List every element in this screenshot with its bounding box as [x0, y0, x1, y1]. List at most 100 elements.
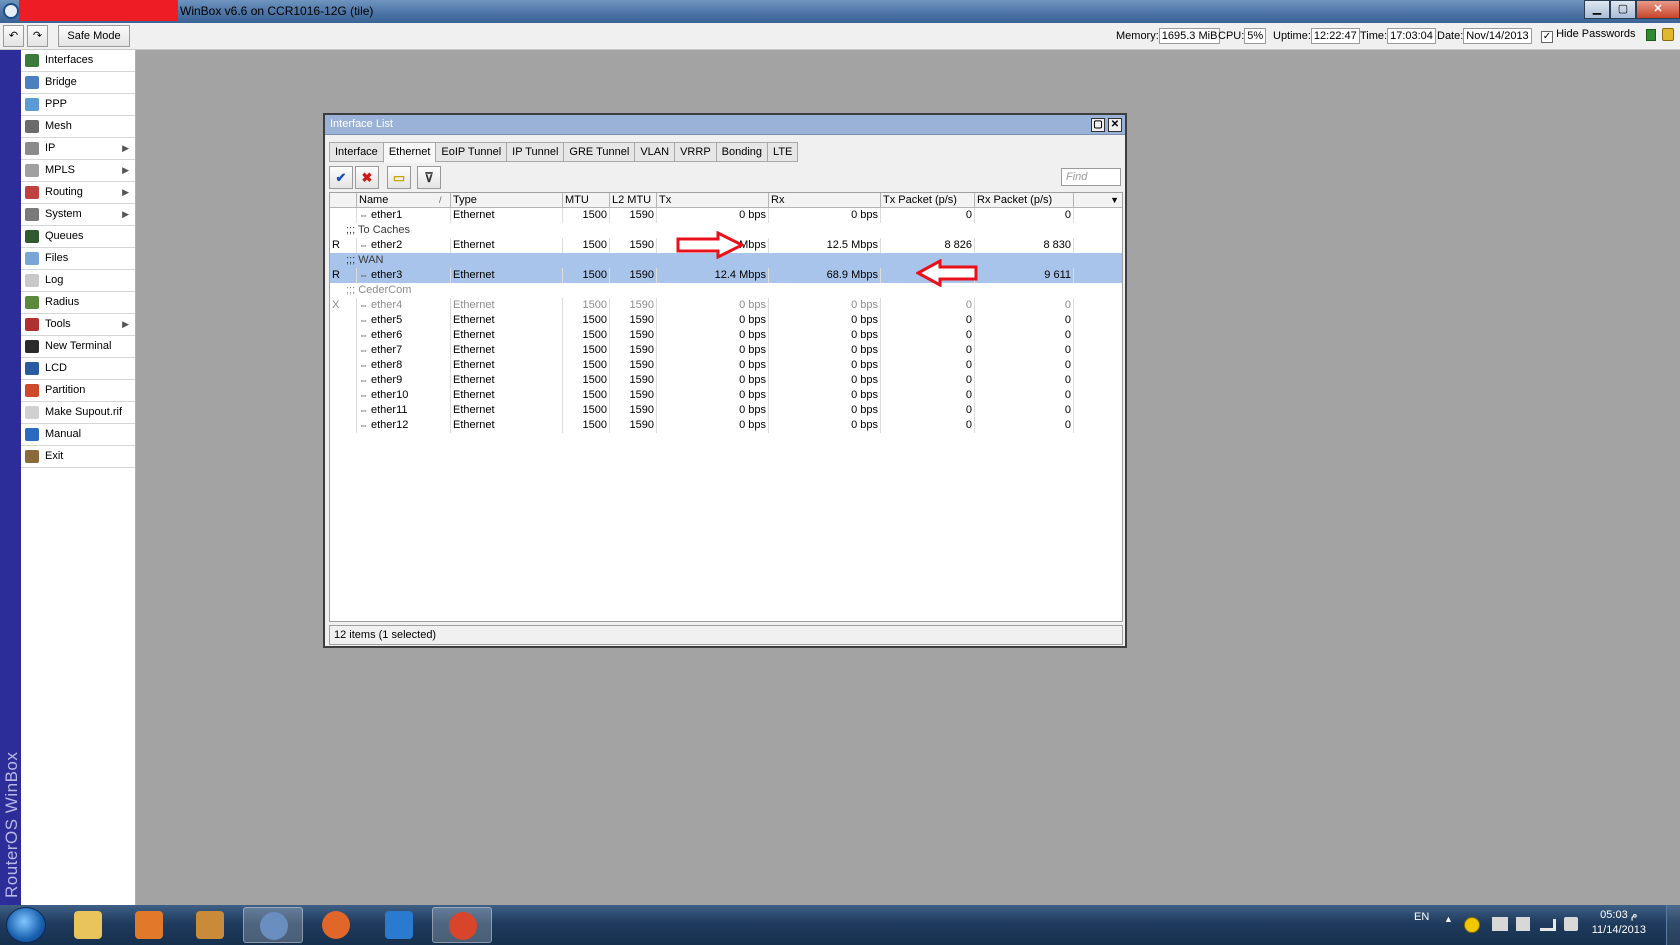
hide-passwords-checkbox[interactable]: ✓: [1541, 31, 1553, 43]
ethernet-interface-icon: ⇔: [359, 405, 368, 415]
menu-item-bridge[interactable]: Bridge: [21, 72, 135, 94]
volume-muted-icon[interactable]: [1564, 917, 1578, 931]
table-row[interactable]: ⇔ ether9 Ethernet 1500 1590 0 bps 0 bps 0 0: [330, 373, 1122, 388]
cell-l2mtu: 1590: [610, 298, 657, 313]
system-clock[interactable]: 05:03 م 11/14/2013: [1592, 908, 1646, 938]
network-icon[interactable]: [1516, 917, 1530, 931]
column-header[interactable]: Tx: [657, 193, 769, 208]
menu-item-new-terminal[interactable]: New Terminal: [21, 336, 135, 358]
cell-name: ⇔ ether2: [357, 238, 451, 253]
hide-passwords-toggle[interactable]: ✓ Hide Passwords: [1541, 28, 1636, 43]
menu-item-ip[interactable]: IP ▶: [21, 138, 135, 160]
tab-vrrp[interactable]: VRRP: [674, 142, 716, 162]
table-row[interactable]: ⇔ ether1 Ethernet 1500 1590 0 bps 0 bps 0 0: [330, 208, 1122, 223]
cell-flag: [330, 358, 357, 373]
clock-time: 05:03 م: [1600, 909, 1638, 921]
table-row[interactable]: R ⇔ ether3 Ethernet 1500 1590 12.4 Mbps 68.9 Mb…: [330, 268, 1122, 283]
column-header[interactable]: [330, 193, 357, 208]
comment-row[interactable]: ;;; CederCom: [330, 283, 1122, 298]
flag-icon[interactable]: [1492, 917, 1508, 931]
tab-gre-tunnel[interactable]: GRE Tunnel: [563, 142, 635, 162]
menu-item-manual[interactable]: Manual: [21, 424, 135, 446]
menu-item-partition[interactable]: Partition: [21, 380, 135, 402]
menu-item-label: Bridge: [45, 76, 77, 88]
list-toolbar: ✔ ✖ ▭ ⊽ Find: [329, 166, 1123, 190]
tab-interface[interactable]: Interface: [329, 142, 383, 162]
menu-item-routing[interactable]: Routing ▶: [21, 182, 135, 204]
interface-name: ether5: [371, 314, 403, 326]
restore-window-button[interactable]: ▢: [1091, 118, 1105, 132]
cell-flag: [330, 418, 357, 433]
column-header[interactable]: Tx Packet (p/s): [881, 193, 975, 208]
menu-item-ppp[interactable]: PPP: [21, 94, 135, 116]
column-header[interactable]: Rx: [769, 193, 881, 208]
cell-mtu: 1500: [563, 358, 610, 373]
undo-button[interactable]: ↶: [3, 25, 24, 47]
tab-ip-tunnel[interactable]: IP Tunnel: [506, 142, 564, 162]
menu-item-queues[interactable]: Queues: [21, 226, 135, 248]
taskbar-chrome-button[interactable]: [432, 907, 492, 943]
menu-item-exit[interactable]: Exit: [21, 446, 135, 468]
comment-button[interactable]: ▭: [387, 166, 411, 189]
column-header[interactable]: L2 MTU: [610, 193, 657, 208]
table-row[interactable]: X ⇔ ether4 Ethernet 1500 1590 0 bps 0 bps 0 0: [330, 298, 1122, 313]
start-button[interactable]: [6, 907, 46, 943]
filter-button[interactable]: ⊽: [417, 166, 441, 189]
menu-item-make-supout-rif[interactable]: Make Supout.rif: [21, 402, 135, 424]
disable-button[interactable]: ✖: [355, 166, 379, 189]
cell-l2mtu: 1590: [610, 238, 657, 253]
menu-item-mpls[interactable]: MPLS ▶: [21, 160, 135, 182]
language-indicator[interactable]: EN: [1414, 911, 1429, 923]
table-row[interactable]: ⇔ ether12 Ethernet 1500 1590 0 bps 0 bps 0 0: [330, 418, 1122, 433]
menu-item-files[interactable]: Files: [21, 248, 135, 270]
tab-bonding[interactable]: Bonding: [715, 142, 768, 162]
close-window-button[interactable]: ✕: [1108, 118, 1122, 132]
taskbar-winbox-button[interactable]: [243, 907, 303, 943]
cell-flag: [330, 388, 357, 403]
table-row[interactable]: ⇔ ether6 Ethernet 1500 1590 0 bps 0 bps 0 0: [330, 328, 1122, 343]
table-row[interactable]: ⇔ ether8 Ethernet 1500 1590 0 bps 0 bps 0 0: [330, 358, 1122, 373]
taskbar-explorer-button[interactable]: [58, 907, 118, 943]
menu-item-lcd[interactable]: LCD: [21, 358, 135, 380]
minimize-button[interactable]: ▁: [1584, 0, 1610, 19]
signal-icon[interactable]: [1540, 919, 1556, 931]
tab-vlan[interactable]: VLAN: [634, 142, 675, 162]
menu-item-radius[interactable]: Radius: [21, 292, 135, 314]
warning-icon[interactable]: [1464, 917, 1480, 933]
tab-eoip-tunnel[interactable]: EoIP Tunnel: [435, 142, 507, 162]
cell-flag: [330, 343, 357, 358]
menu-item-tools[interactable]: Tools ▶: [21, 314, 135, 336]
ethernet-interface-icon: ⇔: [359, 360, 368, 370]
menu-item-system[interactable]: System ▶: [21, 204, 135, 226]
column-header[interactable]: Name: [357, 193, 451, 208]
menu-item-mesh[interactable]: Mesh: [21, 116, 135, 138]
interface-list-titlebar[interactable]: Interface List ▢ ✕: [325, 115, 1125, 135]
column-menu-icon[interactable]: ▼: [1110, 193, 1119, 207]
supout-icon: [25, 406, 39, 419]
winbox-app-icon[interactable]: [3, 3, 19, 19]
safe-mode-button[interactable]: Safe Mode: [58, 25, 130, 47]
column-header[interactable]: MTU: [563, 193, 610, 208]
table-row[interactable]: ⇔ ether11 Ethernet 1500 1590 0 bps 0 bps 0 0: [330, 403, 1122, 418]
tab-ethernet[interactable]: Ethernet: [382, 142, 436, 163]
maximize-button[interactable]: ▢: [1610, 0, 1636, 19]
close-button[interactable]: ✕: [1636, 0, 1680, 19]
taskbar-media-player-button[interactable]: [119, 907, 179, 943]
taskbar-archive-button[interactable]: [180, 907, 240, 943]
table-row[interactable]: ⇔ ether10 Ethernet 1500 1590 0 bps 0 bps 0 0: [330, 388, 1122, 403]
menu-item-interfaces[interactable]: Interfaces: [21, 50, 135, 72]
table-row[interactable]: ⇔ ether7 Ethernet 1500 1590 0 bps 0 bps 0 0: [330, 343, 1122, 358]
redo-button[interactable]: ↷: [27, 25, 48, 47]
column-header[interactable]: Rx Packet (p/s): [975, 193, 1074, 208]
show-desktop-button[interactable]: [1666, 905, 1680, 945]
column-header[interactable]: Type: [451, 193, 563, 208]
table-row[interactable]: ⇔ ether5 Ethernet 1500 1590 0 bps 0 bps 0 0: [330, 313, 1122, 328]
menu-item-log[interactable]: Log: [21, 270, 135, 292]
tray-expand-icon[interactable]: ▲: [1444, 914, 1453, 924]
taskbar-firefox-button[interactable]: [306, 907, 366, 943]
taskbar-teamviewer-button[interactable]: [369, 907, 429, 943]
enable-button[interactable]: ✔: [329, 166, 353, 189]
tab-lte[interactable]: LTE: [767, 142, 799, 162]
find-input[interactable]: Find: [1061, 168, 1121, 186]
menu-item-label: Routing: [45, 186, 83, 198]
